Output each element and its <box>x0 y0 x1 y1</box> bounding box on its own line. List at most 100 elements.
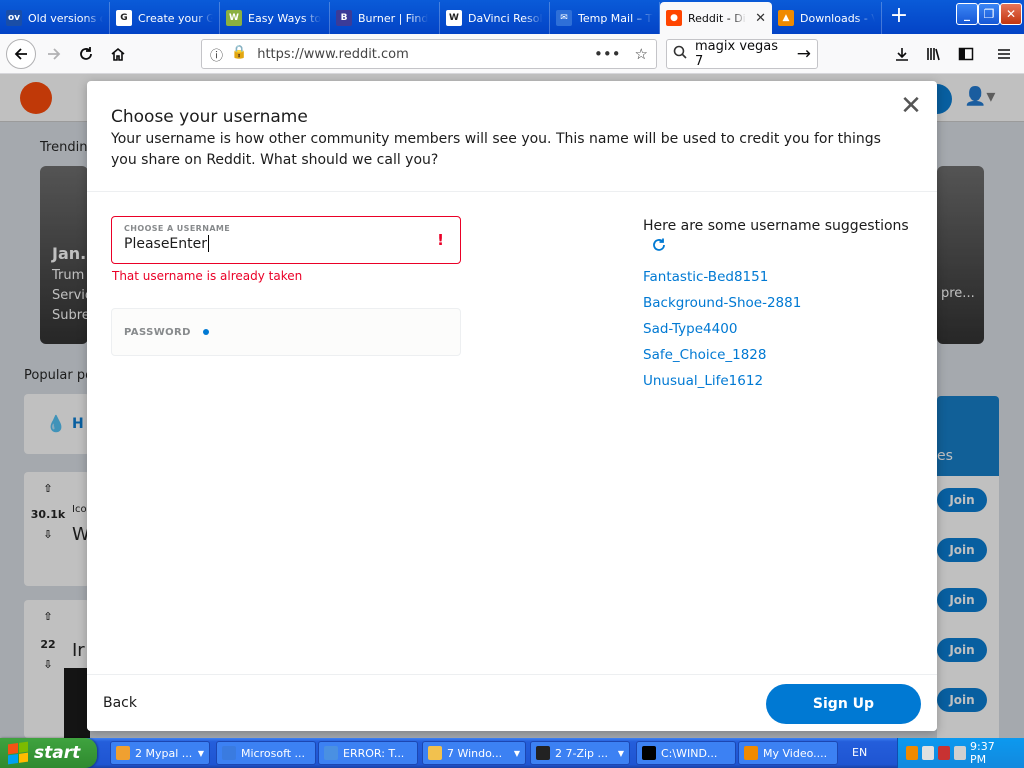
taskbar-button-label: ERROR: T... <box>343 746 405 760</box>
burner-icon: B <box>336 10 352 26</box>
browser-tab[interactable]: W Easy Ways to <box>220 2 330 34</box>
browser-tab-strip: ov Old versions of G Create your Go W Easy Wa… <box>0 0 1024 34</box>
tempmail-icon: ✉ <box>556 10 572 26</box>
taskbar-button[interactable]: 7 Windo... ▼ <box>422 741 526 765</box>
home-icon[interactable] <box>104 40 132 68</box>
group-arrow-icon: ▼ <box>513 748 520 758</box>
tab-label: Old versions of <box>28 11 103 25</box>
error-exclamation-icon: ! <box>437 231 444 249</box>
tab-label: Easy Ways to <box>248 11 322 25</box>
browser-tab[interactable]: ov Old versions of <box>0 2 110 34</box>
wikihow-icon: W <box>226 10 242 26</box>
menu-icon[interactable] <box>990 40 1018 68</box>
taskbar-button[interactable]: ERROR: T... <box>318 741 418 765</box>
group-arrow-icon: ▼ <box>617 748 624 758</box>
taskbar-app-icon <box>536 746 550 760</box>
taskbar-app-icon <box>744 746 758 760</box>
url-text: https://www.reddit.com <box>257 46 409 62</box>
taskbar-app-icon <box>222 746 236 760</box>
vlc-tray-icon[interactable] <box>906 746 918 760</box>
tab-label: Burner | Find <box>358 11 429 25</box>
taskbar-button[interactable]: My Video.... <box>738 741 838 765</box>
google-icon: G <box>116 10 132 26</box>
taskbar-button[interactable]: 2 Mypal ... ▼ <box>110 741 210 765</box>
username-error-message: That username is already taken <box>112 269 303 283</box>
taskbar-button[interactable]: Microsoft ... <box>216 741 316 765</box>
start-button[interactable]: start <box>0 738 97 768</box>
bookmark-star-icon[interactable]: ☆ <box>635 45 648 63</box>
modal-description: Your username is how other community mem… <box>111 131 881 168</box>
network-tray-icon[interactable] <box>922 746 934 760</box>
back-arrow-icon[interactable] <box>6 39 36 69</box>
search-go-arrow-icon[interactable]: → <box>797 44 811 64</box>
group-arrow-icon: ▼ <box>197 748 204 758</box>
downloads-icon[interactable] <box>888 40 916 68</box>
password-field-label: PASSWORD <box>124 326 191 338</box>
tab-label: Reddit - Di <box>688 11 746 25</box>
modal-footer: Back Sign Up <box>87 674 937 731</box>
forward-arrow-icon[interactable] <box>40 40 68 68</box>
back-button[interactable]: Back <box>103 695 137 711</box>
close-icon[interactable]: ✕ <box>899 93 923 119</box>
start-label: start <box>34 743 81 763</box>
tab-label: Create your Go <box>138 11 213 25</box>
browser-tab[interactable]: B Burner | Find <box>330 2 440 34</box>
reload-icon[interactable] <box>72 40 100 68</box>
taskbar-button-label: 2 7-Zip ... <box>555 746 609 760</box>
new-tab-button[interactable]: + <box>884 5 914 29</box>
windows-logo-icon <box>8 741 28 765</box>
search-icon <box>673 45 687 63</box>
username-suggestion[interactable]: Background-Shoe-2881 <box>643 295 801 311</box>
username-suggestion[interactable]: Sad-Type4400 <box>643 321 737 337</box>
page-actions-icon[interactable]: ••• <box>594 45 621 63</box>
taskbar-app-icon <box>116 746 130 760</box>
taskbar-button-label: C:\WIND... <box>661 746 718 760</box>
taskbar: start 2 Mypal ... ▼ Microsoft ... ERROR: T.… <box>0 738 1024 768</box>
tab-close-icon[interactable]: ✕ <box>755 11 766 26</box>
choose-username-modal: Choose your username Your username is ho… <box>87 81 937 731</box>
oldversion-icon: ov <box>6 10 22 26</box>
refresh-suggestions-icon[interactable] <box>651 237 669 255</box>
username-suggestion[interactable]: Fantastic-Bed8151 <box>643 269 768 285</box>
browser-tab[interactable]: G Create your Go <box>110 2 220 34</box>
url-bar[interactable]: ⓘ 🔒 https://www.reddit.com ••• ☆ <box>201 39 657 69</box>
username-input-value[interactable]: PleaseEnter <box>124 236 207 252</box>
taskbar-app-icon <box>642 746 656 760</box>
sidebar-icon[interactable] <box>952 40 980 68</box>
taskbar-button-label: My Video.... <box>763 746 828 760</box>
taskbar-button-label: 2 Mypal ... <box>135 746 193 760</box>
taskbar-button-label: 7 Windo... <box>447 746 503 760</box>
reddit-icon: ● <box>666 10 682 26</box>
taskbar-button[interactable]: C:\WIND... <box>636 741 736 765</box>
close-window-button[interactable]: ✕ <box>1000 3 1022 25</box>
browser-tab[interactable]: ✉ Temp Mail – Th <box>550 2 660 34</box>
username-suggestion[interactable]: Safe_Choice_1828 <box>643 347 766 363</box>
minimize-button[interactable]: _ <box>956 3 978 25</box>
modal-header: Choose your username Your username is ho… <box>87 81 937 192</box>
password-dot-icon <box>202 329 209 335</box>
username-suggestion[interactable]: Unusual_Life1612 <box>643 373 763 389</box>
security-tray-icon[interactable] <box>938 746 950 760</box>
browser-tab[interactable]: W DaVinci Resolv <box>440 2 550 34</box>
taskbar-app-icon <box>324 746 338 760</box>
browser-tab[interactable]: ▲ Downloads - V <box>772 2 882 34</box>
browser-tab[interactable]: ● Reddit - Di ✕ <box>660 2 772 34</box>
volume-tray-icon[interactable] <box>954 746 966 760</box>
library-icon[interactable] <box>920 40 948 68</box>
vlc-icon: ▲ <box>778 10 794 26</box>
info-icon[interactable]: ⓘ <box>210 45 223 64</box>
search-bar[interactable]: magix vegas 7 → <box>666 39 818 69</box>
tab-label: Temp Mail – Th <box>578 11 653 25</box>
username-field[interactable]: CHOOSE A USERNAME PleaseEnter ! <box>111 216 461 264</box>
language-indicator[interactable]: EN <box>852 746 867 759</box>
modal-title: Choose your username <box>111 107 308 127</box>
sign-up-button[interactable]: Sign Up <box>766 684 921 724</box>
taskbar-button-label: Microsoft ... <box>241 746 306 760</box>
taskbar-button[interactable]: 2 7-Zip ... ▼ <box>530 741 630 765</box>
username-field-label: CHOOSE A USERNAME <box>124 224 231 233</box>
password-field[interactable]: PASSWORD <box>111 308 461 356</box>
lock-icon[interactable]: 🔒 <box>231 45 247 64</box>
clock: 9:37 PM <box>970 740 995 766</box>
text-caret <box>208 235 210 252</box>
maximize-button[interactable]: ❐ <box>978 3 1000 25</box>
